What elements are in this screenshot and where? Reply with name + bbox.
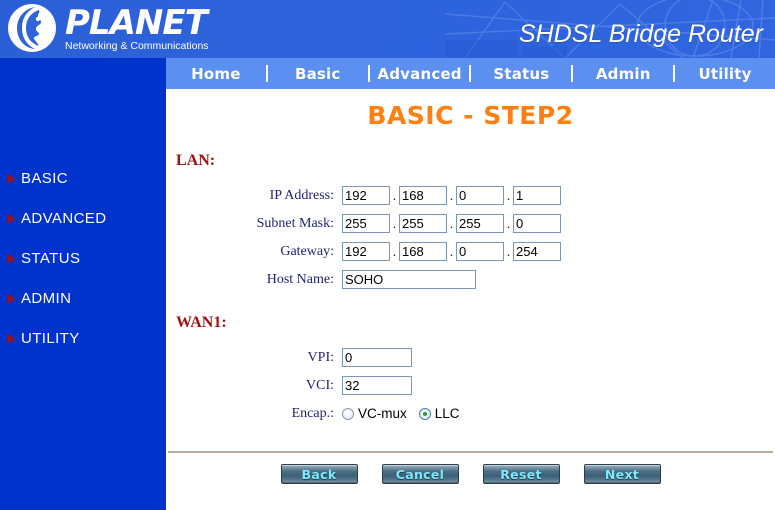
host-name-row: Host Name: [166, 267, 775, 292]
nav-item-utility[interactable]: Utility [675, 65, 775, 83]
vpi-label: VPI: [307, 349, 334, 365]
subnet-mask-octet-4[interactable] [513, 214, 561, 233]
wan1-section-heading: WAN1: [176, 314, 227, 331]
router-admin-page: PLANET Networking & Communications SHDSL… [0, 0, 775, 510]
product-title: SHDSL Bridge Router [518, 20, 763, 48]
back-button[interactable]: Back [280, 464, 358, 484]
next-button[interactable]: Next [583, 464, 661, 484]
main-content: BASIC - STEP2 LAN: IP Address: . . . Sub… [166, 89, 775, 510]
sidebar-item-label: ADMIN [21, 290, 72, 307]
content-divider [168, 451, 773, 453]
ip-address-octet-1[interactable] [342, 186, 390, 205]
radio-button-selected-icon[interactable] [418, 407, 431, 420]
gateway-octet-2[interactable] [399, 242, 447, 261]
ip-address-octet-3[interactable] [456, 186, 504, 205]
encap-row: Encap.: VC-mux LLC [166, 401, 775, 426]
gateway-octet-4[interactable] [513, 242, 561, 261]
ip-dot: . [506, 243, 511, 259]
sidebar-item-admin[interactable]: ADMIN [8, 288, 166, 309]
sidebar-item-advanced[interactable]: ADVANCED [8, 208, 166, 229]
main-navigation: Home Basic Advanced Status Admin Utility [166, 58, 775, 89]
nav-item-admin[interactable]: Admin [573, 65, 673, 83]
subnet-mask-octet-2[interactable] [399, 214, 447, 233]
triangle-right-icon [8, 253, 15, 264]
sidebar-item-utility[interactable]: UTILITY [8, 328, 166, 349]
vci-label: VCI: [306, 377, 334, 393]
subnet-mask-octet-1[interactable] [342, 214, 390, 233]
sidebar-item-status[interactable]: STATUS [8, 248, 166, 269]
ip-dot: . [392, 243, 397, 259]
ip-dot: . [506, 187, 511, 203]
encap-option-llc[interactable]: LLC [418, 406, 460, 421]
cancel-button[interactable]: Cancel [381, 464, 459, 484]
sidebar: BASIC ADVANCED STATUS ADMIN UTILITY [0, 58, 166, 510]
gateway-row: Gateway: . . . [166, 239, 775, 264]
ip-dot: . [449, 215, 454, 231]
ip-dot: . [392, 215, 397, 231]
ip-address-row: IP Address: . . . [166, 183, 775, 208]
ip-dot: . [506, 215, 511, 231]
wan1-form: VPI: VCI: Encap.: VC-mux LLC [166, 345, 775, 426]
sidebar-item-label: ADVANCED [21, 210, 107, 227]
sidebar-item-label: STATUS [21, 250, 81, 267]
triangle-right-icon [8, 333, 15, 344]
nav-item-advanced[interactable]: Advanced [370, 65, 470, 83]
subnet-mask-label: Subnet Mask: [256, 215, 334, 231]
brand-name: PLANET [65, 3, 208, 44]
sidebar-item-basic[interactable]: BASIC [8, 168, 166, 189]
ip-dot: . [449, 187, 454, 203]
subnet-mask-row: Subnet Mask: . . . [166, 211, 775, 236]
radio-button-icon[interactable] [342, 407, 354, 420]
lan-form: IP Address: . . . Subnet Mask: . . . [166, 183, 775, 292]
encap-option-label: VC-mux [358, 406, 407, 421]
gateway-label: Gateway: [280, 243, 334, 259]
encap-option-label: LLC [434, 406, 460, 421]
sidebar-item-label: BASIC [21, 170, 69, 187]
gateway-octet-3[interactable] [456, 242, 504, 261]
nav-item-basic[interactable]: Basic [268, 65, 368, 83]
ip-address-label: IP Address: [269, 187, 334, 203]
encap-option-vc-mux[interactable]: VC-mux [342, 406, 407, 421]
host-name-input[interactable] [342, 270, 476, 289]
brand-logo: PLANET Networking & Communications [8, 4, 209, 52]
page-title: BASIC - STEP2 [367, 101, 574, 130]
lan-section-heading: LAN: [176, 152, 216, 169]
host-name-label: Host Name: [266, 271, 334, 287]
vci-input[interactable] [342, 376, 412, 395]
nav-item-home[interactable]: Home [166, 65, 266, 83]
ip-dot: . [449, 243, 454, 259]
gateway-octet-1[interactable] [342, 242, 390, 261]
button-bar: Back Cancel Reset Next [166, 464, 775, 484]
reset-button[interactable]: Reset [482, 464, 560, 484]
vci-row: VCI: [166, 373, 775, 398]
page-header: PLANET Networking & Communications SHDSL… [0, 0, 775, 58]
brand-tagline: Networking & Communications [65, 40, 209, 53]
triangle-right-icon [8, 213, 15, 224]
encap-radio-group: VC-mux LLC [342, 406, 468, 421]
ip-dot: . [392, 187, 397, 203]
planet-moon-face-logo-icon [8, 4, 56, 52]
vpi-row: VPI: [166, 345, 775, 370]
triangle-right-icon [8, 293, 15, 304]
nav-item-status[interactable]: Status [471, 65, 571, 83]
encap-label: Encap.: [291, 405, 334, 421]
subnet-mask-octet-3[interactable] [456, 214, 504, 233]
sidebar-item-label: UTILITY [21, 330, 80, 347]
ip-address-octet-4[interactable] [513, 186, 561, 205]
ip-address-octet-2[interactable] [399, 186, 447, 205]
sidebar-menu: BASIC ADVANCED STATUS ADMIN UTILITY [8, 168, 166, 368]
triangle-right-icon [8, 173, 15, 184]
vpi-input[interactable] [342, 348, 412, 367]
